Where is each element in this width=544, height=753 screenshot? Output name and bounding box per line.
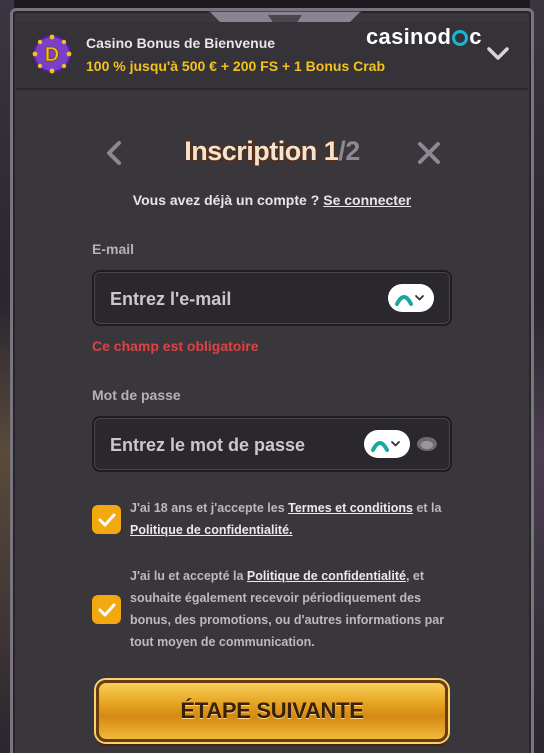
bonus-title: Casino Bonus de Bienvenue [86, 35, 276, 51]
title-step: Inscription 1 [184, 136, 339, 166]
terms-consent-text: J'ai 18 ans et j'accepte les Termes et c… [130, 497, 450, 541]
password-input[interactable] [110, 432, 370, 458]
privacy-link[interactable]: Politique de confidentialité. [130, 523, 293, 537]
email-input[interactable] [110, 286, 370, 312]
next-step-label: ÉTAPE SUIVANTE [180, 698, 364, 723]
checkmark-icon [98, 513, 115, 526]
terms-checkbox[interactable] [92, 505, 121, 534]
brand-o-icon [452, 30, 469, 46]
eye-icon[interactable] [416, 436, 438, 452]
password-manager-glyph-icon [395, 295, 424, 306]
password-label: Mot de passe [92, 387, 181, 403]
email-label: E-mail [92, 241, 135, 257]
email-error: Ce champ est obligatoire [92, 338, 259, 354]
chevron-down-icon[interactable] [486, 44, 510, 64]
bonus-banner[interactable]: D Casino Bonus de Bienvenue 100 % jusqu'… [16, 22, 528, 90]
password-manager-glyph-icon [371, 441, 400, 452]
checkmark-icon [98, 603, 115, 616]
password-manager-icon[interactable] [388, 284, 434, 312]
marketing-text-pre: J'ai lu et accepté la [130, 569, 247, 583]
terms-text-pre: J'ai 18 ans et j'accepte les [130, 501, 289, 515]
marketing-privacy-link[interactable]: Politique de confidentialité [247, 569, 406, 583]
svg-text:D: D [45, 44, 59, 66]
password-manager-icon[interactable] [364, 430, 410, 458]
marketing-checkbox[interactable] [92, 595, 121, 624]
bonus-offer: 100 % jusqu'à 500 € + 200 FS + 1 Bonus C… [86, 58, 386, 74]
brand-text-right: c [469, 24, 482, 49]
casinodoc-logo: casinod c [366, 24, 482, 50]
close-icon[interactable] [416, 140, 442, 166]
terms-text-mid: et la [412, 501, 442, 515]
next-step-button[interactable]: ÉTAPE SUIVANTE [96, 680, 448, 742]
terms-link[interactable]: Termes et conditions [288, 501, 413, 515]
login-prompt-text: Vous avez déjà un compte ? [132, 192, 320, 208]
login-prompt: Vous avez déjà un compte ? Se connecter [0, 192, 544, 208]
login-link[interactable]: Se connecter [323, 192, 411, 208]
marketing-consent-text: J'ai lu et accepté la Politique de confi… [130, 565, 450, 653]
password-field-wrap [92, 416, 452, 472]
bonus-coin-icon: D [32, 34, 72, 74]
page-title: Inscription 1/2 [0, 136, 544, 167]
brand-text-left: casinod [366, 24, 452, 49]
title-step-total: /2 [338, 136, 360, 166]
email-field-wrap [92, 270, 452, 326]
